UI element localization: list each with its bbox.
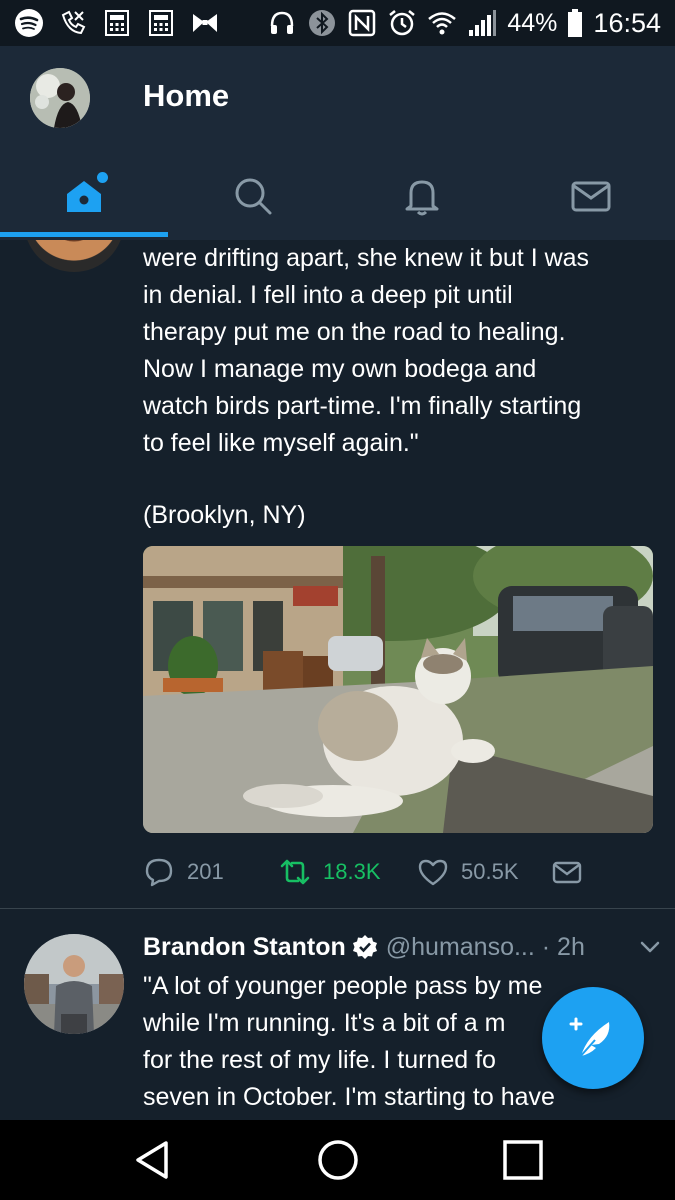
system-nav-bar: [0, 1120, 675, 1200]
like-count: 50.5K: [461, 859, 519, 884]
tab-search[interactable]: [169, 152, 338, 240]
tweet-text-line: watch birds part-time. I'm finally start…: [143, 392, 582, 420]
retweet-count: 18.3K: [323, 859, 381, 884]
page-title: Home: [143, 78, 230, 113]
timeline-feed[interactable]: were drifting apart, she knew it but I w…: [0, 240, 675, 1120]
spotify-icon: [14, 8, 44, 38]
tweet-avatar[interactable]: [24, 240, 124, 272]
battery-icon: [567, 8, 583, 38]
compose-tweet-button[interactable]: [542, 987, 644, 1089]
wifi-icon: [427, 8, 457, 38]
tweet-text-line: to feel like myself again.": [143, 429, 419, 457]
retweet-icon: [280, 859, 310, 885]
back-triangle-icon: [135, 1141, 168, 1179]
status-bar: 44% 16:54: [0, 0, 675, 46]
search-icon: [235, 178, 272, 215]
alarm-icon: [387, 8, 417, 38]
heart-icon: [418, 859, 448, 886]
mail-icon: [552, 861, 582, 884]
author-handle-time: @humanso... · 2h: [385, 932, 585, 961]
bluetooth-icon: [307, 8, 337, 38]
tweet-avatar[interactable]: [24, 934, 124, 1034]
chevron-down-icon[interactable]: [637, 934, 663, 960]
author-name[interactable]: Brandon Stanton: [143, 933, 346, 962]
tab-home[interactable]: [0, 152, 169, 240]
like-button[interactable]: 50.5K: [417, 856, 551, 888]
tweet-divider: [0, 908, 675, 909]
tweet-text-line: therapy put me on the road to healing.: [143, 318, 566, 346]
headset-icon: [267, 8, 297, 38]
status-left: [14, 8, 220, 38]
cat-photo: [143, 546, 653, 833]
tab-bar: [0, 152, 675, 240]
phone-missed-icon: [58, 8, 88, 38]
reply-icon: [145, 858, 173, 887]
home-button[interactable]: [308, 1130, 368, 1190]
active-tab-indicator: [0, 232, 168, 237]
status-right: 44% 16:54: [267, 8, 661, 39]
tab-notifications[interactable]: [338, 152, 507, 240]
clock: 16:54: [593, 7, 661, 38]
home-circle-icon: [317, 1140, 358, 1180]
tweet-text-line: in denial. I fell into a deep pit until: [143, 281, 513, 309]
tweet-location: (Brooklyn, NY): [143, 501, 306, 529]
tweet-actions: 201 18.3K 50.5K: [143, 852, 653, 892]
mail-icon: [571, 181, 611, 212]
recents-button[interactable]: [493, 1130, 553, 1190]
signal-icon: [467, 8, 497, 38]
compose-feather-icon: [569, 1017, 610, 1059]
calculator-icon: [146, 8, 176, 38]
bowtie-icon: [190, 8, 220, 38]
verified-badge-icon: [352, 935, 377, 959]
new-tweets-dot: [97, 172, 108, 183]
share-button[interactable]: [551, 856, 583, 888]
tweet-text: were drifting apart, she knew it but I w…: [143, 240, 658, 462]
profile-avatar[interactable]: [30, 68, 90, 128]
bell-icon: [405, 180, 439, 216]
tweet-media-photo[interactable]: [143, 546, 653, 833]
tweet-text-line: Now I manage my own bodega and: [143, 355, 537, 383]
calculator-icon: [102, 8, 132, 38]
tweet-header: Brandon Stanton @humanso... · 2h: [143, 930, 663, 964]
reply-button[interactable]: 201: [143, 856, 279, 888]
back-button[interactable]: [123, 1130, 183, 1190]
battery-level: 44%: [507, 8, 558, 37]
tweet-text-line: were drifting apart, she knew it but I w…: [143, 244, 590, 272]
reply-count: 201: [187, 859, 224, 884]
app-header: Home: [0, 46, 675, 240]
retweet-button[interactable]: 18.3K: [279, 856, 417, 888]
tab-messages[interactable]: [506, 152, 675, 240]
recents-square-icon: [502, 1140, 543, 1180]
nfc-icon: [347, 8, 377, 38]
